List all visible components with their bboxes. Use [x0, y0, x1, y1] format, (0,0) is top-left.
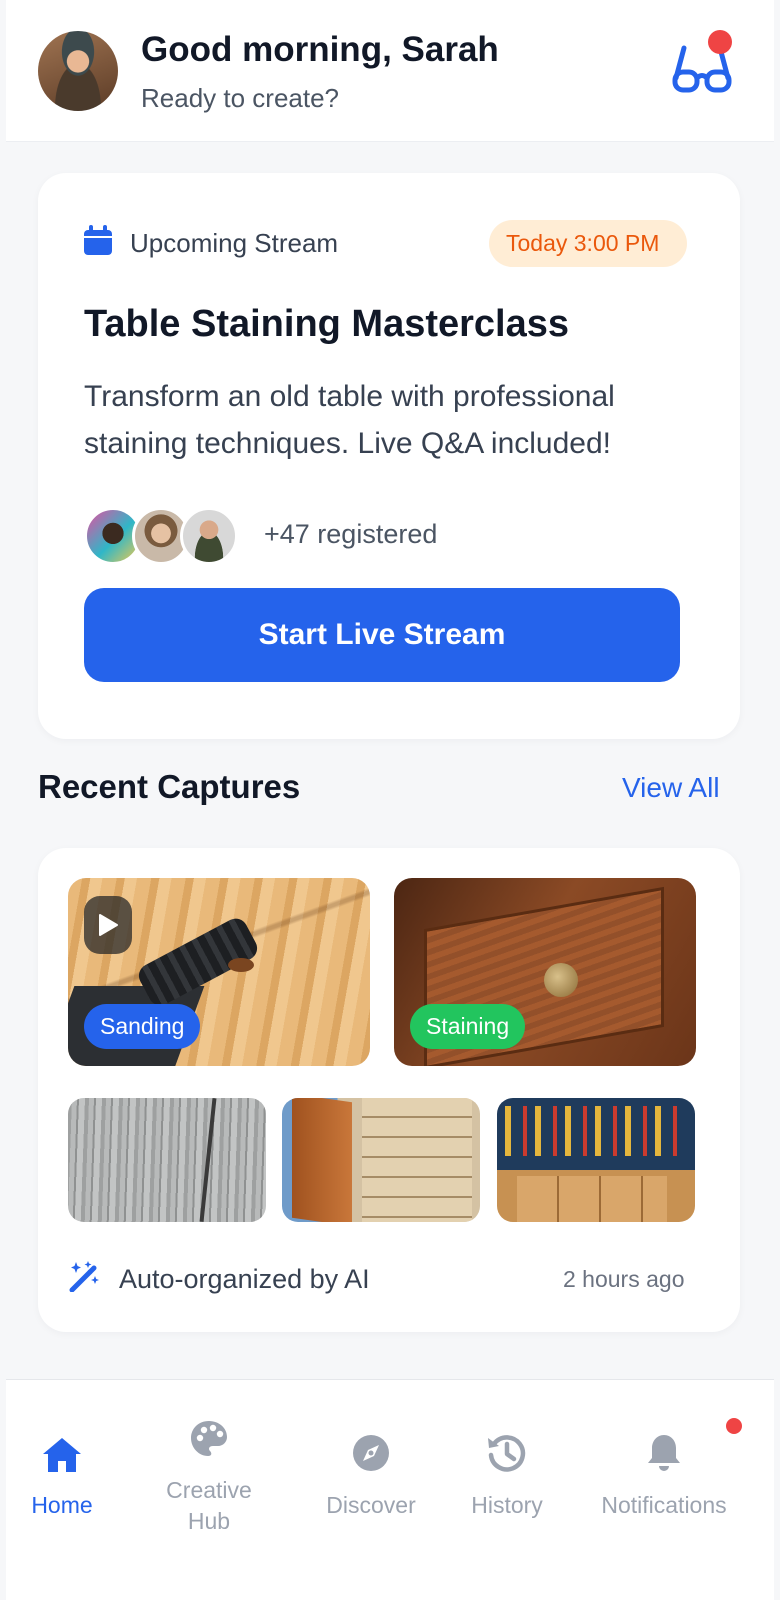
notification-badge-dot [726, 1418, 742, 1434]
auto-organized-label: Auto-organized by AI [119, 1264, 370, 1294]
sanding-tag: Sanding [84, 1004, 201, 1049]
upcoming-stream-label: Upcoming Stream [130, 228, 339, 258]
compass-icon [353, 1435, 389, 1471]
nav-item-notifications[interactable]: Notifications [594, 1380, 734, 1580]
nav-label-creative-hub: Creative Hub [166, 1477, 252, 1534]
calendar-icon [84, 225, 112, 255]
user-avatar[interactable] [38, 31, 118, 111]
stream-description: Transform an old table with professional… [84, 380, 615, 460]
registered-count: +47 registered [264, 519, 438, 549]
bell-icon [648, 1435, 680, 1471]
attendee-group: +47 registered [84, 507, 684, 567]
view-all-link[interactable]: View All [622, 772, 720, 804]
nav-item-history[interactable]: History [464, 1380, 550, 1580]
bottom-navigation: Home Creative Hub Discover History Notif… [6, 1379, 774, 1600]
home-icon [43, 1438, 81, 1472]
history-icon [488, 1435, 526, 1472]
capture-photo-workshop[interactable] [497, 1098, 695, 1222]
recent-captures-title: Recent Captures [38, 768, 301, 805]
capture-photo-staining[interactable]: Staining [394, 878, 696, 1066]
last-updated-time: 2 hours ago [563, 1266, 685, 1292]
nav-item-creative-hub[interactable]: Creative Hub [146, 1380, 272, 1580]
upcoming-stream-card: Upcoming Stream Today 3:00 PM Table Stai… [38, 173, 740, 739]
recent-captures-card: Sanding Staining Auto-organized by AI 2 … [38, 848, 740, 1332]
palette-icon [191, 1421, 227, 1456]
staining-tag: Staining [410, 1004, 526, 1049]
capture-video-sanding[interactable]: Sanding [68, 878, 370, 1066]
capture-photo-dresser[interactable] [282, 1098, 480, 1222]
greeting-subtitle: Ready to create? [141, 83, 340, 113]
nav-label-discover: Discover [326, 1492, 416, 1518]
nav-item-discover[interactable]: Discover [314, 1380, 428, 1580]
glasses-notification-dot [708, 30, 732, 54]
nav-label-notifications: Notifications [601, 1492, 727, 1518]
stream-time-badge: Today 3:00 PM [489, 220, 688, 267]
nav-item-home[interactable]: Home [16, 1380, 108, 1580]
app-header: Good morning, Sarah Ready to create? [6, 0, 774, 142]
start-live-stream-button[interactable]: Start Live Stream [84, 588, 680, 682]
attendee-avatar [180, 507, 238, 565]
greeting-title: Good morning, Sarah [141, 30, 499, 69]
nav-label-home: Home [31, 1492, 93, 1518]
nav-label-history: History [471, 1492, 543, 1518]
play-icon [99, 914, 118, 936]
magic-wand-icon [69, 1261, 99, 1292]
play-button[interactable] [84, 896, 132, 954]
stream-title: Table Staining Masterclass [84, 303, 570, 345]
capture-photo-wood-grain[interactable] [68, 1098, 266, 1222]
